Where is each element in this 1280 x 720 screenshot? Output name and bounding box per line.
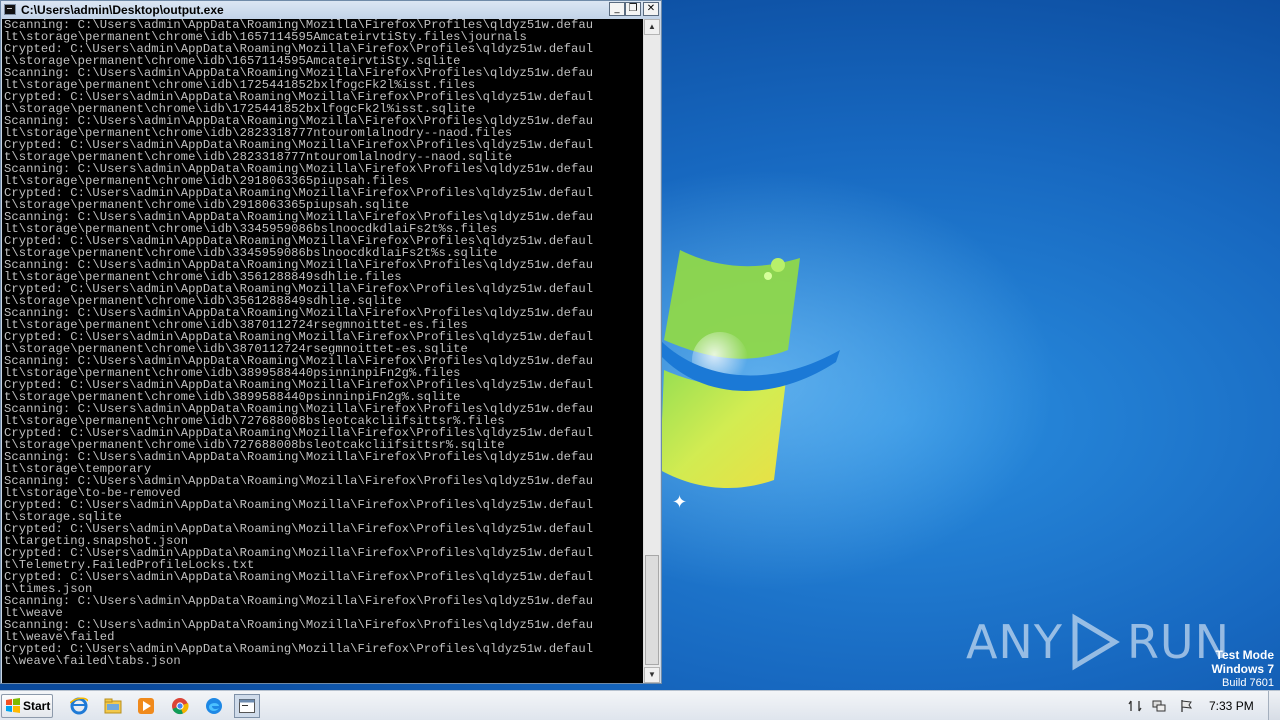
close-button[interactable]: ✕ (643, 2, 659, 16)
start-button[interactable]: Start (1, 694, 53, 718)
test-mode-label: Test Mode (1215, 648, 1274, 662)
vertical-scrollbar[interactable]: ▲ ▼ (643, 19, 660, 683)
taskbar-ie[interactable] (66, 694, 92, 718)
taskbar-media-player[interactable] (133, 694, 159, 718)
watermark-any-text: ANY (965, 615, 1063, 669)
scroll-down-arrow-icon[interactable]: ▼ (644, 667, 660, 683)
maximize-button[interactable]: ❐ (625, 2, 641, 16)
scroll-up-arrow-icon[interactable]: ▲ (644, 19, 660, 35)
edge-icon (206, 698, 222, 714)
play-logo-icon (1072, 613, 1120, 671)
chrome-icon (172, 698, 189, 715)
svg-text:✦: ✦ (672, 492, 687, 513)
console-icon[interactable] (4, 4, 16, 15)
action-center-flag-icon[interactable] (1180, 699, 1194, 713)
windows-version-label: Windows 7 (1211, 662, 1274, 676)
console-icon (239, 699, 255, 713)
show-desktop-button[interactable] (1268, 691, 1280, 720)
console-output[interactable]: Scanning: C:\Users\admin\AppData\Roaming… (2, 19, 643, 683)
console-text: Scanning: C:\Users\admin\AppData\Roaming… (4, 19, 594, 668)
taskbar-chrome[interactable] (167, 694, 193, 718)
taskbar-explorer[interactable] (100, 694, 126, 718)
clock[interactable]: 7:33 PM (1209, 699, 1254, 713)
console-window[interactable]: C:\Users\admin\Desktop\output.exe _ ❐ ✕ … (0, 0, 662, 684)
network-icon[interactable] (1152, 699, 1166, 713)
explorer-icon (104, 698, 122, 714)
taskbar-edge[interactable] (201, 694, 227, 718)
start-label: Start (23, 699, 51, 713)
minimize-button[interactable]: _ (609, 2, 625, 16)
ie-icon (70, 697, 88, 715)
tray-arrows-icon[interactable] (1128, 699, 1142, 713)
os-watermark: Test Mode Windows 7 Build 7601 (1211, 648, 1274, 690)
media-player-icon (138, 698, 154, 714)
anyrun-watermark: ANY RUN (966, 612, 1230, 672)
scroll-thumb[interactable] (645, 555, 659, 665)
taskbar-console[interactable] (234, 694, 260, 718)
title-bar[interactable]: C:\Users\admin\Desktop\output.exe _ ❐ ✕ (1, 1, 661, 19)
build-label: Build 7601 (1222, 677, 1274, 689)
window-title: C:\Users\admin\Desktop\output.exe (21, 3, 224, 17)
windows-flag-icon (6, 698, 20, 713)
taskbar: Start 7:33 PM (0, 690, 1280, 720)
